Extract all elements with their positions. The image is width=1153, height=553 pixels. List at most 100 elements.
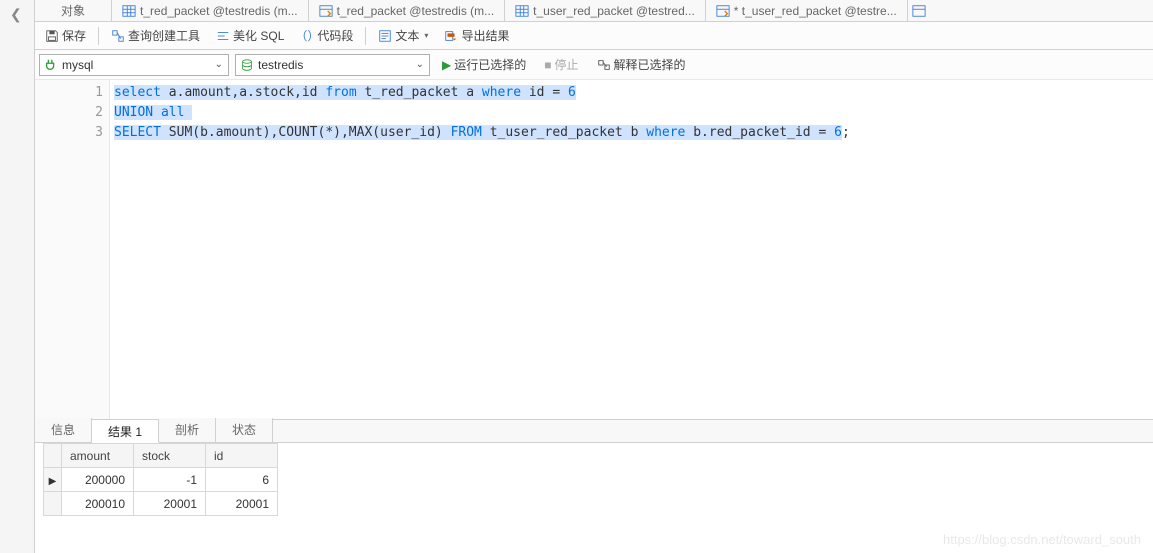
toolbar-label: 查询创建工具	[128, 27, 200, 44]
stop-button: ■ 停止	[538, 54, 584, 76]
left-gutter: ❮	[0, 0, 35, 553]
tab-objects[interactable]: 对象	[35, 0, 112, 22]
datasheet-icon-overflow[interactable]	[910, 2, 928, 20]
sql-editor[interactable]: 1 2 3 select a.amount,a.stock,id from t_…	[35, 80, 1153, 419]
result-tabs: 信息 结果 1 剖析 状态	[35, 419, 1153, 443]
dropdown-arrow-icon: ⌄	[212, 59, 226, 70]
editor-tabs: 对象 t_red_packet @testredis (m... t_red_p…	[35, 0, 1153, 22]
result-grid: amount stock id ▶ 200000 -1 6 200010 200…	[35, 443, 1153, 553]
num: 6	[834, 125, 842, 140]
kw: where	[646, 125, 685, 140]
text-icon	[378, 29, 392, 43]
kw: where	[482, 85, 521, 100]
tab-label: 状态	[232, 423, 256, 437]
dropdown-value: mysql	[62, 58, 208, 72]
query-builder-button[interactable]: 查询创建工具	[105, 24, 206, 48]
save-button[interactable]: 保存	[39, 24, 92, 48]
explain-icon	[597, 58, 611, 72]
tab-result-1[interactable]: 结果 1	[92, 419, 159, 443]
dropdown-value: testredis	[258, 58, 409, 72]
beautify-icon	[216, 29, 230, 43]
tab-label: 结果 1	[108, 425, 142, 439]
code-area[interactable]: select a.amount,a.stock,id from t_red_pa…	[110, 80, 1153, 419]
tab-label: t_user_red_packet @testred...	[533, 0, 695, 22]
play-icon: ▶	[442, 58, 451, 72]
kw: FROM	[451, 125, 482, 140]
run-label: 运行已选择的	[454, 56, 526, 73]
tab-item-3[interactable]: * t_user_red_packet @testre...	[706, 0, 908, 22]
connection-row: mysql ⌄ testredis ⌄ ▶ 运行已选择的 ■ 停止 解释已选择的	[35, 50, 1153, 80]
table-header-row: amount stock id	[44, 444, 278, 468]
toolbar-label: 文本	[395, 27, 419, 44]
tab-label: t_red_packet @testredis (m...	[337, 0, 495, 22]
dropdown-arrow-icon: ⌄	[413, 59, 427, 70]
toolbar-label: 代码段	[317, 27, 353, 44]
kw: UNION all	[114, 105, 184, 120]
caret-down-icon: ▾	[424, 31, 428, 40]
cell[interactable]: 200010	[62, 492, 134, 516]
query-icon	[319, 4, 333, 18]
col-header[interactable]: stock	[134, 444, 206, 468]
line-number: 1	[35, 83, 103, 103]
stop-icon: ■	[544, 58, 551, 72]
code-text: ;	[842, 125, 850, 140]
watermark: https://blog.csdn.net/toward_south	[943, 532, 1141, 547]
table-row[interactable]: 200010 20001 20001	[44, 492, 278, 516]
beautify-button[interactable]: 美化 SQL	[210, 24, 290, 48]
cell[interactable]: 6	[206, 468, 278, 492]
tab-label: t_red_packet @testredis (m...	[140, 0, 298, 22]
kw: from	[325, 85, 356, 100]
tab-label: 对象	[61, 0, 85, 22]
row-indicator: ▶	[44, 468, 62, 492]
toolbar-label: 美化 SQL	[233, 27, 284, 44]
datasheet-icon	[122, 4, 136, 18]
col-header[interactable]: id	[206, 444, 278, 468]
database-icon	[240, 58, 254, 72]
kw: SELECT	[114, 125, 161, 140]
cell[interactable]: 200000	[62, 468, 134, 492]
col-header[interactable]: amount	[62, 444, 134, 468]
line-number: 3	[35, 123, 103, 143]
query-icon	[716, 4, 730, 18]
snippet-button[interactable]: （） 代码段	[294, 24, 359, 48]
save-icon	[45, 29, 59, 43]
result-table[interactable]: amount stock id ▶ 200000 -1 6 200010 200…	[43, 443, 278, 516]
cell[interactable]: -1	[134, 468, 206, 492]
query-toolbar: 保存 查询创建工具 美化 SQL （） 代码段 文本 ▾	[35, 22, 1153, 50]
plug-icon	[44, 58, 58, 72]
code-text: a.amount,a.stock,id	[161, 85, 325, 100]
export-button[interactable]: 导出结果	[438, 24, 515, 48]
code-text: id =	[521, 85, 568, 100]
code-text: t_user_red_packet b	[482, 125, 646, 140]
tab-item-2[interactable]: t_user_red_packet @testred...	[505, 0, 706, 22]
code-text: SUM(b.amount),COUNT(*),MAX(user_id)	[161, 125, 451, 140]
chevron-left-icon[interactable]: ❮	[10, 6, 22, 23]
toolbar-label: 导出结果	[461, 27, 509, 44]
stop-label: 停止	[555, 56, 579, 73]
kw: select	[114, 85, 161, 100]
explain-label: 解释已选择的	[614, 56, 686, 73]
tab-info[interactable]: 信息	[35, 418, 92, 442]
row-header-blank	[44, 444, 62, 468]
cell[interactable]: 20001	[206, 492, 278, 516]
schema-dropdown[interactable]: testredis ⌄	[235, 54, 430, 76]
line-gutter: 1 2 3	[35, 80, 110, 419]
code-text: t_red_packet a	[357, 85, 482, 100]
connection-dropdown[interactable]: mysql ⌄	[39, 54, 229, 76]
tab-profile[interactable]: 剖析	[159, 418, 216, 442]
export-icon	[444, 29, 458, 43]
tab-item-1[interactable]: t_red_packet @testredis (m...	[309, 0, 506, 22]
tab-item-0[interactable]: t_red_packet @testredis (m...	[112, 0, 309, 22]
tab-label: 剖析	[175, 423, 199, 437]
cell[interactable]: 20001	[134, 492, 206, 516]
text-button[interactable]: 文本 ▾	[372, 24, 434, 48]
run-selected-button[interactable]: ▶ 运行已选择的	[436, 54, 532, 76]
separator	[365, 27, 366, 45]
row-indicator	[44, 492, 62, 516]
line-number: 2	[35, 103, 103, 123]
code-text: b.red_packet_id =	[685, 125, 834, 140]
explain-button[interactable]: 解释已选择的	[591, 54, 692, 76]
tab-status[interactable]: 状态	[216, 418, 273, 442]
tab-label: * t_user_red_packet @testre...	[734, 0, 897, 22]
table-row[interactable]: ▶ 200000 -1 6	[44, 468, 278, 492]
